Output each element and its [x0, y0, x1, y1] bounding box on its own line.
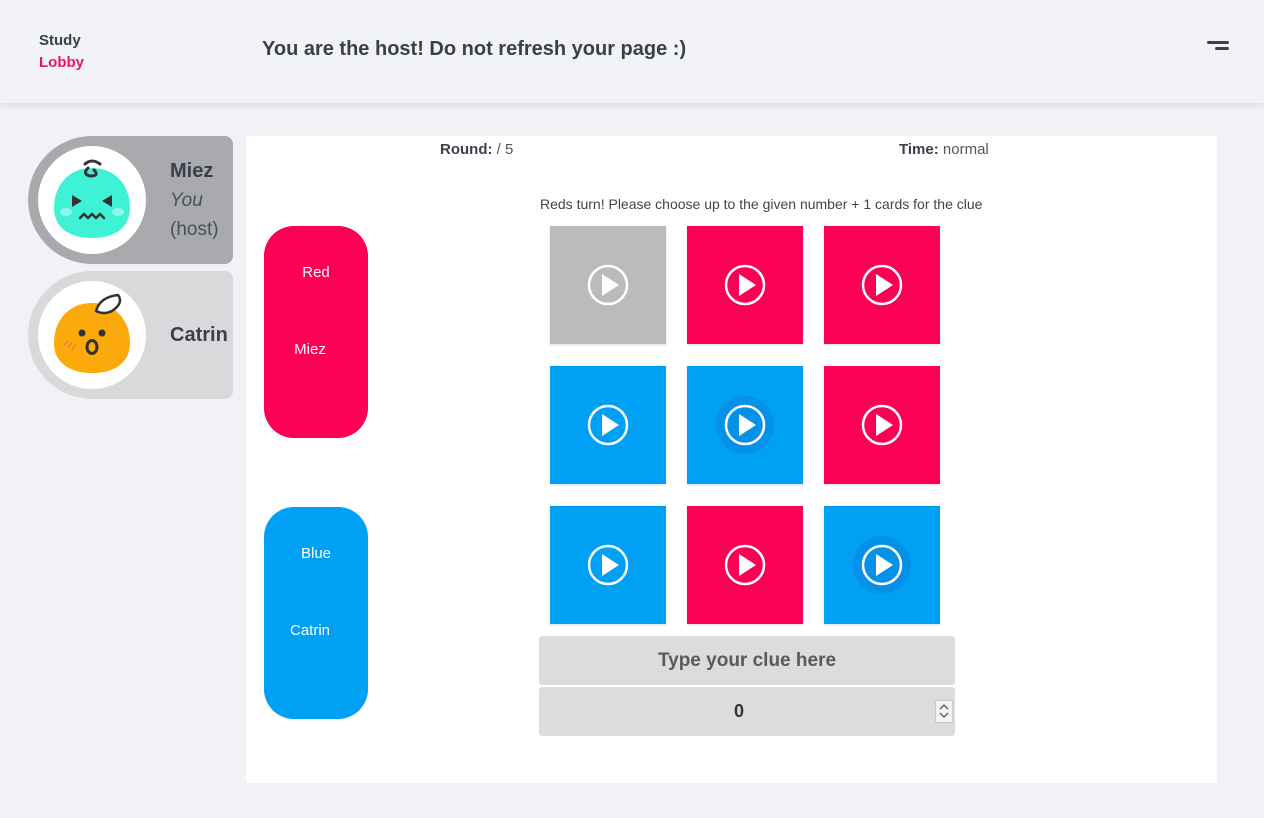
host-warning-message: You are the host! Do not refresh your pa… — [262, 38, 687, 60]
play-icon — [861, 264, 903, 306]
menu-line — [1207, 41, 1229, 44]
turn-instruction: Reds turn! Please choose up to the given… — [540, 196, 983, 212]
player-name: Catrin — [170, 324, 228, 346]
top-header: Study Lobby You are the host! Do not ref… — [0, 0, 1264, 103]
round-indicator: Round: / 5 — [440, 141, 513, 158]
game-panel: Round: / 5 Time: normal Reds turn! Pleas… — [246, 136, 1217, 783]
word-card[interactable] — [550, 366, 666, 484]
play-icon — [724, 264, 766, 306]
word-card[interactable] — [824, 506, 940, 624]
play-icon — [587, 404, 629, 446]
clue-number-field[interactable]: 0 — [539, 687, 955, 736]
clue-input[interactable] — [539, 636, 955, 685]
play-icon — [861, 404, 903, 446]
brand-logo[interactable]: Study Lobby — [39, 30, 84, 74]
word-card[interactable] — [687, 226, 803, 344]
play-icon — [853, 536, 911, 594]
team-member: Catrin — [289, 622, 330, 639]
word-card[interactable] — [687, 366, 803, 484]
time-label: Time: — [899, 141, 939, 158]
round-label: Round: — [440, 141, 493, 158]
brand-line-lobby: Lobby — [39, 54, 84, 71]
time-value: normal — [942, 141, 989, 158]
number-stepper-icon[interactable] — [935, 700, 953, 723]
brand-line-study: Study — [39, 32, 81, 49]
team-name: Blue — [300, 545, 332, 562]
clue-number-value: 0 — [733, 701, 744, 721]
word-card[interactable] — [824, 226, 940, 344]
team-name: Red — [302, 264, 330, 281]
word-card[interactable] — [824, 366, 940, 484]
team-member: Miez — [294, 341, 326, 358]
hamburger-menu-icon[interactable] — [1203, 38, 1229, 54]
word-card[interactable] — [687, 506, 803, 624]
player-name: Miez — [170, 160, 214, 182]
word-card[interactable] — [550, 226, 666, 344]
menu-line — [1215, 47, 1229, 50]
player-card-catrin: Catrin — [28, 271, 233, 399]
play-icon — [724, 544, 766, 586]
play-icon — [587, 264, 629, 306]
play-icon — [716, 396, 774, 454]
word-card[interactable] — [550, 506, 666, 624]
player-you-label: You — [170, 190, 203, 211]
team-red-panel: Red Miez — [264, 226, 368, 438]
player-host-label: (host) — [170, 219, 219, 240]
team-blue-panel: Blue Catrin — [264, 507, 368, 719]
angry-blob-avatar-icon — [38, 146, 146, 254]
surprised-blob-avatar-icon — [38, 281, 146, 389]
time-indicator: Time: normal — [899, 141, 989, 158]
round-value: / 5 — [496, 141, 514, 158]
player-card-miez: Miez You (host) — [28, 136, 233, 264]
play-icon — [587, 544, 629, 586]
